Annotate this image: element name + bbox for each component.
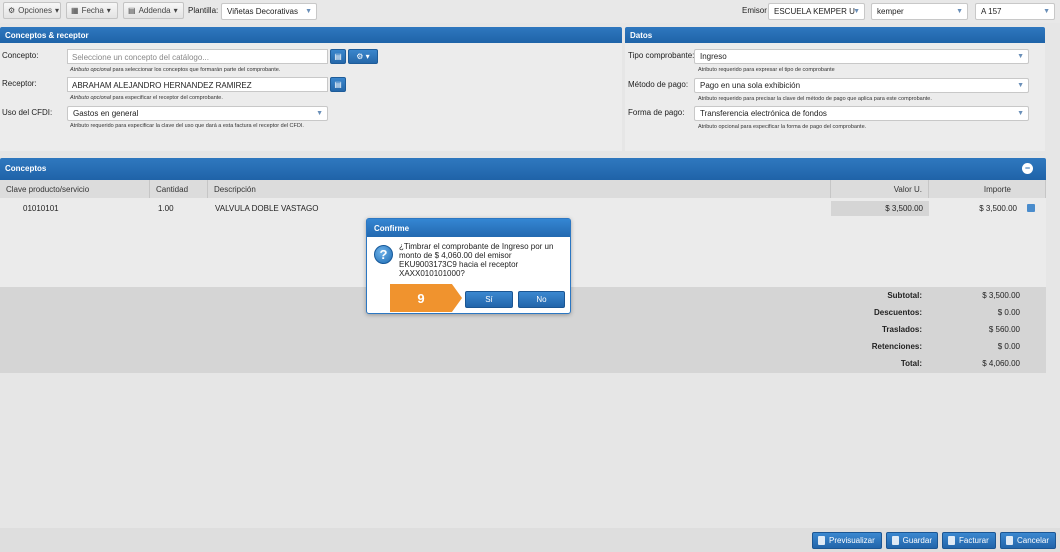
total-label: Total: (900, 359, 922, 368)
plantilla-label: Plantilla: (188, 6, 219, 15)
descuentos-value: $ 0.00 (997, 308, 1020, 317)
receptor-search-button[interactable]: ▤ (330, 77, 346, 92)
clave-cell: 01010101 (23, 204, 59, 213)
sucursal-select[interactable]: kemper ▼ (871, 3, 968, 20)
total-value: $ 4,060.00 (982, 359, 1020, 368)
caret-down-icon: ▾ (173, 6, 178, 15)
retenciones-value: $ 0.00 (997, 342, 1020, 351)
calendar-icon: ▦ (71, 6, 79, 15)
concepto-label: Concepto: (2, 51, 39, 60)
tipo-comprobante-label: Tipo comprobante: (628, 51, 695, 60)
concepto-catalog-button[interactable]: ▤ (330, 49, 346, 64)
descripcion-cell: VALVULA DOBLE VASTAGO (215, 204, 319, 213)
document-icon (818, 536, 825, 545)
chevron-down-icon: ▼ (853, 8, 860, 15)
guardar-button[interactable]: Guardar (886, 532, 938, 549)
concepto-input[interactable]: Seleccione un concepto del catálogo... (67, 49, 328, 64)
tipo-comprobante-select[interactable]: Ingreso ▼ (694, 49, 1029, 64)
chevron-down-icon: ▼ (316, 110, 323, 117)
retenciones-label: Retenciones: (871, 342, 922, 351)
column-header-valor[interactable]: Valor U. (831, 180, 929, 198)
forma-pago-hint: Atributo opcional para especificar la fo… (698, 124, 867, 130)
metodo-pago-label: Método de pago: (628, 80, 689, 89)
concepto-hint: Atributo opcional para seleccionar los c… (70, 67, 281, 73)
cancel-icon (1006, 536, 1013, 545)
no-button[interactable]: No (518, 291, 565, 308)
conceptos-title: Conceptos (5, 164, 47, 173)
traslados-value: $ 560.00 (988, 325, 1020, 334)
chevron-down-icon: ▼ (1017, 53, 1024, 60)
addenda-button[interactable]: ▤ Addenda ▾ (123, 2, 184, 19)
chevron-down-icon: ▼ (1017, 82, 1024, 89)
column-header-clave[interactable]: Clave producto/servicio (0, 180, 150, 198)
document-icon: ▤ (334, 80, 342, 89)
uso-cfdi-select[interactable]: Gastos en general ▼ (67, 106, 328, 121)
receptor-input[interactable]: ABRAHAM ALEJANDRO HERNANDEZ RAMIREZ (67, 77, 328, 92)
importe-cell: $ 3,500.00 (979, 204, 1017, 213)
column-header-importe[interactable]: Importe (929, 180, 1046, 198)
document-icon: ▤ (128, 6, 136, 15)
traslados-label: Traslados: (881, 325, 922, 334)
subtotal-label: Subtotal: (887, 291, 922, 300)
panel-title: Conceptos & receptor (0, 27, 622, 43)
column-header-descripcion[interactable]: Descripción (208, 180, 831, 198)
subtotal-value: $ 3,500.00 (982, 291, 1020, 300)
facturar-button[interactable]: Facturar (942, 532, 996, 549)
metodo-pago-hint: Atributo requerido para precisar la clav… (698, 96, 932, 102)
chevron-down-icon: ▼ (1017, 110, 1024, 117)
caret-down-icon: ▾ (54, 6, 59, 15)
previsualizar-button[interactable]: Previsualizar (812, 532, 882, 549)
gear-icon: ⚙ ▾ (356, 52, 370, 61)
serie-select[interactable]: A 157 ▼ (975, 3, 1055, 20)
tipo-comprobante-hint: Atributo requerido para expresar el tipo… (698, 67, 835, 73)
chevron-down-icon: ▼ (305, 8, 312, 15)
forma-pago-select[interactable]: Transferencia electrónica de fondos ▼ (694, 106, 1029, 121)
descuentos-label: Descuentos: (873, 308, 922, 317)
invoice-icon (948, 536, 955, 545)
column-header-cantidad[interactable]: Cantidad (150, 180, 208, 198)
save-icon (892, 536, 899, 545)
uso-cfdi-hint: Atributo requerido para especificar la c… (70, 123, 304, 129)
cancelar-button[interactable]: Cancelar (1000, 532, 1056, 549)
chevron-down-icon: ▼ (956, 8, 963, 15)
concepto-settings-button[interactable]: ⚙ ▾ (348, 49, 378, 64)
metodo-pago-select[interactable]: Pago en una sola exhibición ▼ (694, 78, 1029, 93)
remove-row-icon[interactable] (1027, 204, 1035, 212)
caret-down-icon: ▾ (106, 6, 111, 15)
document-icon: ▤ (334, 52, 342, 61)
question-icon: ? (374, 245, 393, 264)
chevron-down-icon: ▼ (1043, 8, 1050, 15)
valor-cell: $ 3,500.00 (831, 201, 929, 216)
emisor-label: Emisor (742, 6, 767, 15)
collapse-icon[interactable]: − (1022, 163, 1033, 174)
plantilla-select[interactable]: Viñetas Decorativas ▼ (221, 3, 317, 20)
panel-title: Datos (625, 27, 1045, 43)
step-badge: 9 (390, 284, 462, 312)
fecha-button[interactable]: ▦ Fecha ▾ (66, 2, 118, 19)
receptor-hint: Atributo opcional para especificar el re… (70, 95, 223, 101)
cantidad-cell: 1.00 (158, 204, 174, 213)
receptor-label: Receptor: (2, 79, 37, 88)
opciones-button[interactable]: ⚙ Opciones ▾ (3, 2, 61, 19)
uso-cfdi-label: Uso del CFDI: (2, 108, 53, 117)
forma-pago-label: Forma de pago: (628, 108, 685, 117)
yes-button[interactable]: Sí (465, 291, 513, 308)
dialog-message: ¿Timbrar el comprobante de Ingreso por u… (399, 242, 554, 278)
emisor-select[interactable]: ESCUELA KEMPER U ▼ (768, 3, 865, 20)
gear-icon: ⚙ (8, 6, 16, 15)
dialog-title: Confirme (367, 219, 570, 237)
conceptos-table-header: Conceptos − (0, 158, 1046, 180)
